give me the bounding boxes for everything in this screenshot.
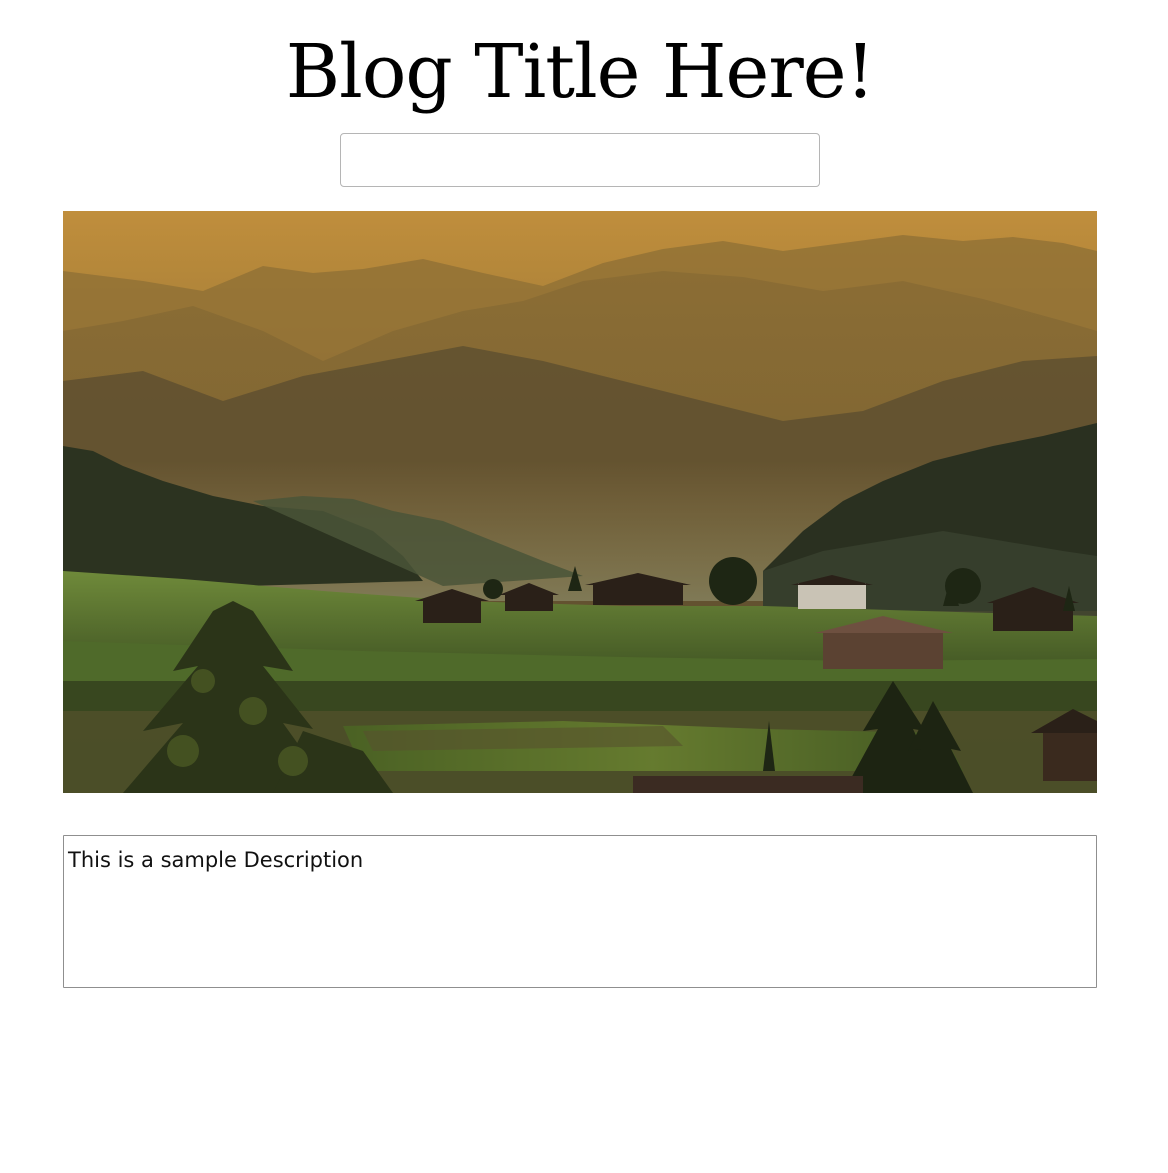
landscape-photo — [63, 211, 1097, 793]
blog-title: Blog Title Here! — [285, 29, 875, 115]
blog-editor-page: Blog Title Here! — [0, 0, 1168, 1173]
description-textarea[interactable] — [63, 835, 1097, 988]
title-input[interactable] — [340, 133, 820, 187]
hero-image — [63, 211, 1097, 793]
